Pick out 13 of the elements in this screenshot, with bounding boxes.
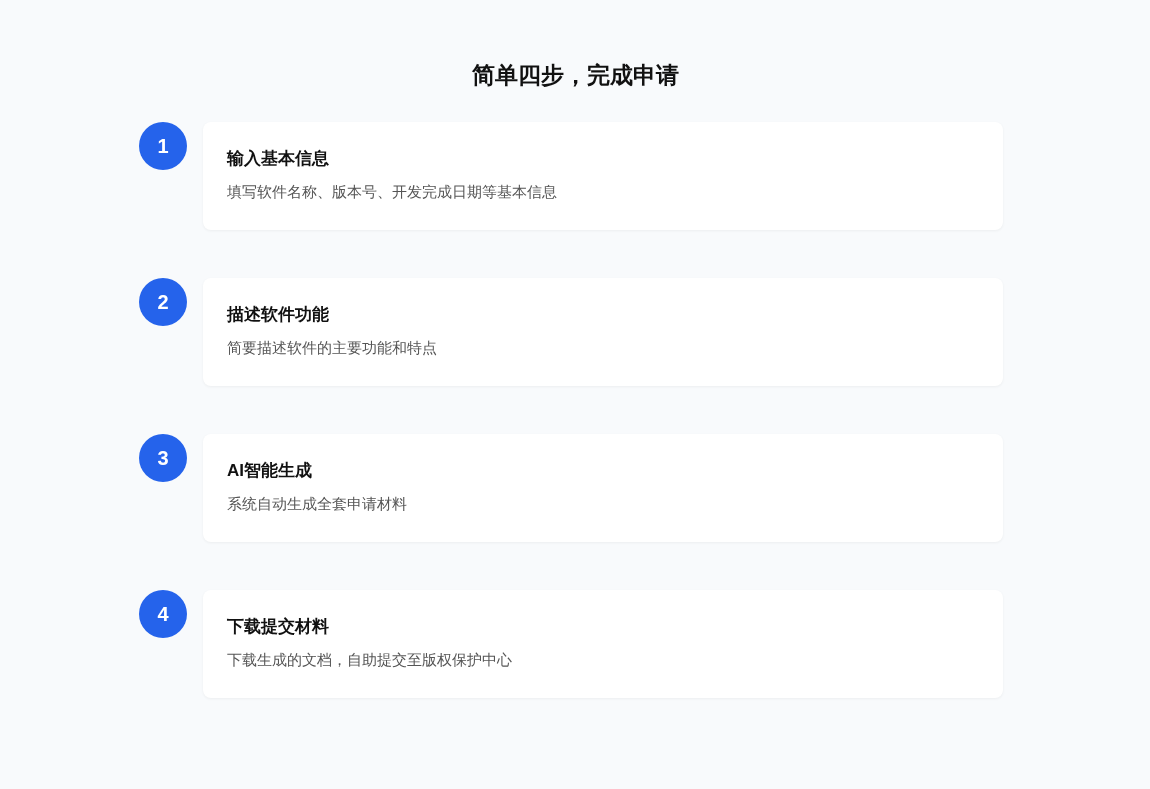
step-title: AI智能生成: [227, 460, 313, 482]
step-number: 2: [139, 278, 187, 326]
step-description: 下载生成的文档，自助提交至版权保护中心: [227, 650, 513, 670]
step-title: 输入基本信息: [227, 148, 330, 170]
step-description: 系统自动生成全套申请材料: [227, 494, 408, 514]
step-description: 简要描述软件的主要功能和特点: [227, 338, 438, 358]
step-title: 描述软件功能: [227, 304, 330, 326]
step-title: 下载提交材料: [227, 616, 330, 638]
step-number: 3: [139, 434, 187, 482]
step-description: 填写软件名称、版本号、开发完成日期等基本信息: [227, 182, 558, 202]
section-title: 简单四步，完成申请: [471, 61, 679, 90]
step-number: 1: [139, 122, 187, 170]
step-number: 4: [139, 590, 187, 638]
